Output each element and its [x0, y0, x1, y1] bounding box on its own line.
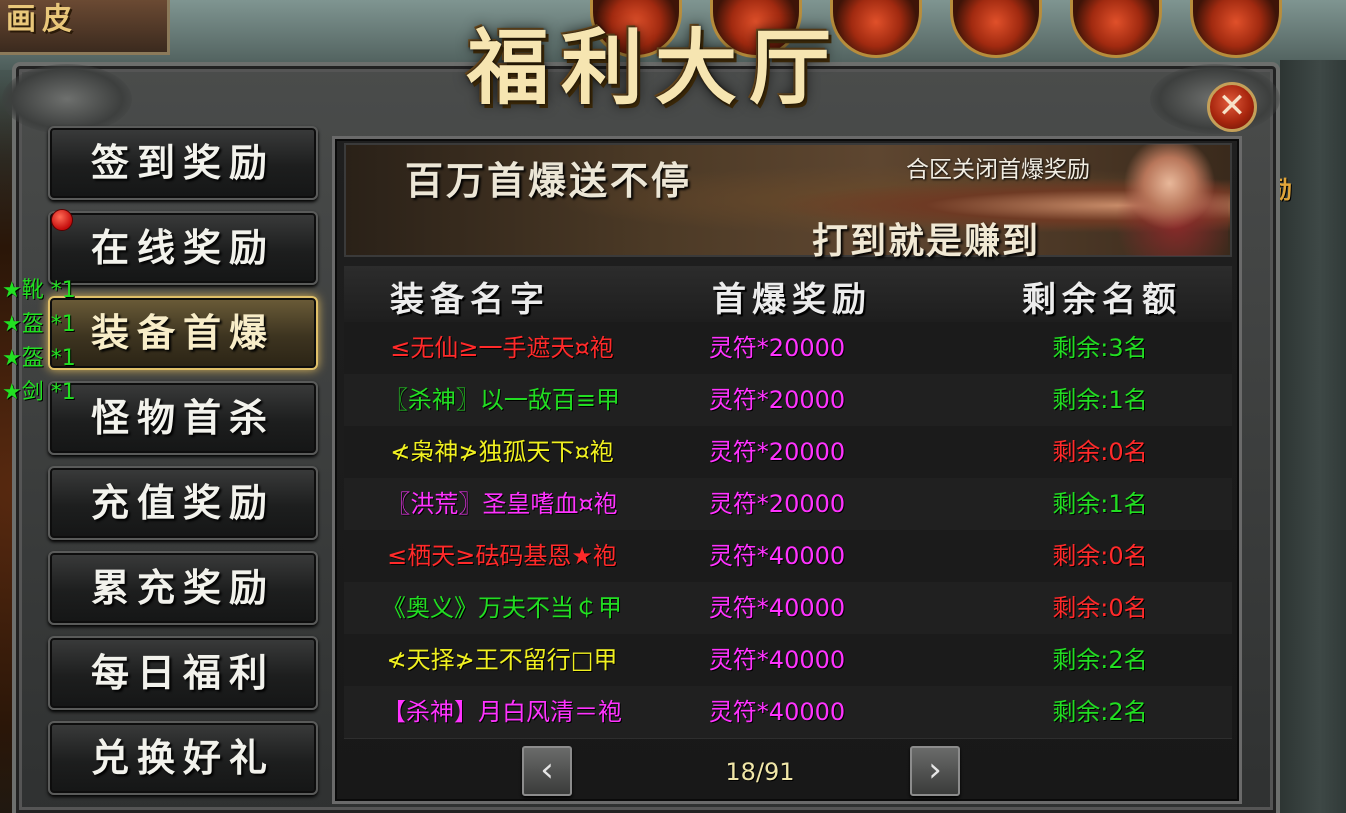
remaining-quota-cell: 剩余:2名: [1052, 698, 1148, 726]
menu-item-monster-first-kill[interactable]: 怪物首杀: [48, 381, 318, 455]
table-row: ≮天择≯王不留行□甲 灵符*40000 剩余:2名: [344, 634, 1232, 687]
menu-item-recharge-reward[interactable]: 充值奖励: [48, 466, 318, 540]
first-drop-reward-cell: 灵符*40000: [708, 698, 846, 726]
banner-tagline: 打到就是赚到: [812, 220, 1041, 262]
prev-page-button[interactable]: ‹: [522, 746, 572, 796]
first-drop-reward-cell: 灵符*20000: [708, 490, 846, 518]
equipment-name-cell: ≤栖天≥砝码基恩★袍: [387, 542, 617, 570]
menu-item-label: 充值奖励: [90, 480, 275, 525]
first-drop-reward-cell: 灵符*20000: [708, 438, 846, 466]
column-header-equipment-name: 装备名字: [390, 280, 550, 320]
menu-item-cumulative-recharge[interactable]: 累充奖励: [48, 551, 318, 625]
close-button[interactable]: ✕: [1207, 82, 1257, 132]
table-row: ≤栖天≥砝码基恩★袍 灵符*40000 剩余:0名: [344, 530, 1232, 583]
menu-item-label: 签到奖励: [90, 140, 275, 185]
menu-item-equipment-first-drop[interactable]: 装备首爆: [48, 296, 318, 370]
notification-dot-icon: [51, 209, 73, 231]
column-header-remaining-quota: 剩余名额: [1022, 280, 1182, 320]
frame-ornament-left: [2, 64, 132, 134]
equipment-name-cell: ≮枭神≯独孤天下¤袍: [390, 438, 614, 466]
menu-item-label: 每日福利: [90, 650, 275, 695]
menu-item-daily-welfare[interactable]: 每日福利: [48, 636, 318, 710]
table-row: 〖洪荒〗圣皇嗜血¤袍 灵符*20000 剩余:1名: [344, 478, 1232, 531]
remaining-quota-cell: 剩余:2名: [1052, 646, 1148, 674]
table-row: ≤无仙≥一手遮天¤袍 灵符*20000 剩余:3名: [344, 322, 1232, 375]
menu-item-redeem-gifts[interactable]: 兑换好礼: [48, 721, 318, 795]
remaining-quota-cell: 剩余:0名: [1052, 438, 1148, 466]
remaining-quota-cell: 剩余:0名: [1052, 594, 1148, 622]
window-title: 福利大厅: [466, 20, 843, 116]
table-row: ≮枭神≯独孤天下¤袍 灵符*20000 剩余:0名: [344, 426, 1232, 479]
first-drop-reward-cell: 灵符*20000: [708, 334, 846, 362]
table-row: 【杀神】月白风清＝袍 灵符*40000 剩余:2名: [344, 686, 1232, 739]
menu-item-sign-in-reward[interactable]: 签到奖励: [48, 126, 318, 200]
remaining-quota-cell: 剩余:3名: [1052, 334, 1148, 362]
menu-item-label: 怪物首杀: [90, 395, 275, 440]
first-drop-reward-cell: 灵符*40000: [708, 594, 846, 622]
equipment-name-cell: 〖杀神〗以一敌百≡甲: [383, 386, 621, 414]
first-drop-reward-cell: 灵符*40000: [708, 646, 846, 674]
top-left-label: 画皮: [6, 2, 78, 37]
column-header-first-drop-reward: 首爆奖励: [712, 280, 872, 320]
remaining-quota-cell: 剩余:1名: [1052, 386, 1148, 414]
top-left-portrait[interactable]: 画皮: [0, 0, 170, 55]
menu-item-online-reward[interactable]: 在线奖励: [48, 211, 318, 285]
equipment-name-cell: ≤无仙≥一手遮天¤袍: [390, 334, 614, 362]
equipment-name-cell: ≮天择≯王不留行□甲: [386, 646, 618, 674]
first-drop-reward-cell: 灵符*40000: [708, 542, 846, 570]
drop-log-item: ★靴 *1: [2, 278, 76, 303]
menu-item-label: 累充奖励: [90, 565, 275, 610]
menu-item-label: 在线奖励: [90, 225, 275, 270]
menu-item-label: 装备首爆: [90, 310, 275, 355]
table-row: 《奥义》万夫不当￠甲 灵符*40000 剩余:0名: [344, 582, 1232, 635]
drop-log-item: ★盔 *1: [2, 312, 76, 337]
banner-character-image: [1098, 144, 1228, 256]
equipment-name-cell: 【杀神】月白风清＝袍: [382, 698, 622, 726]
remaining-quota-cell: 剩余:0名: [1052, 542, 1148, 570]
drop-log-item: ★盔 *1: [2, 346, 76, 371]
remaining-quota-cell: 剩余:1名: [1052, 490, 1148, 518]
equipment-name-cell: 《奥义》万夫不当￠甲: [382, 594, 622, 622]
banner-headline: 百万首爆送不停: [405, 158, 693, 203]
next-page-button[interactable]: ›: [910, 746, 960, 796]
page-indicator: 18/91: [725, 758, 795, 786]
drop-log-item: ★剑 *1: [2, 380, 76, 405]
first-drop-reward-cell: 灵符*20000: [708, 386, 846, 414]
menu-item-label: 兑换好礼: [90, 735, 275, 780]
equipment-name-cell: 〖洪荒〗圣皇嗜血¤袍: [386, 490, 618, 518]
table-row: 〖杀神〗以一敌百≡甲 灵符*20000 剩余:1名: [344, 374, 1232, 427]
banner-note: 合区关闭首爆奖励: [906, 157, 1090, 183]
